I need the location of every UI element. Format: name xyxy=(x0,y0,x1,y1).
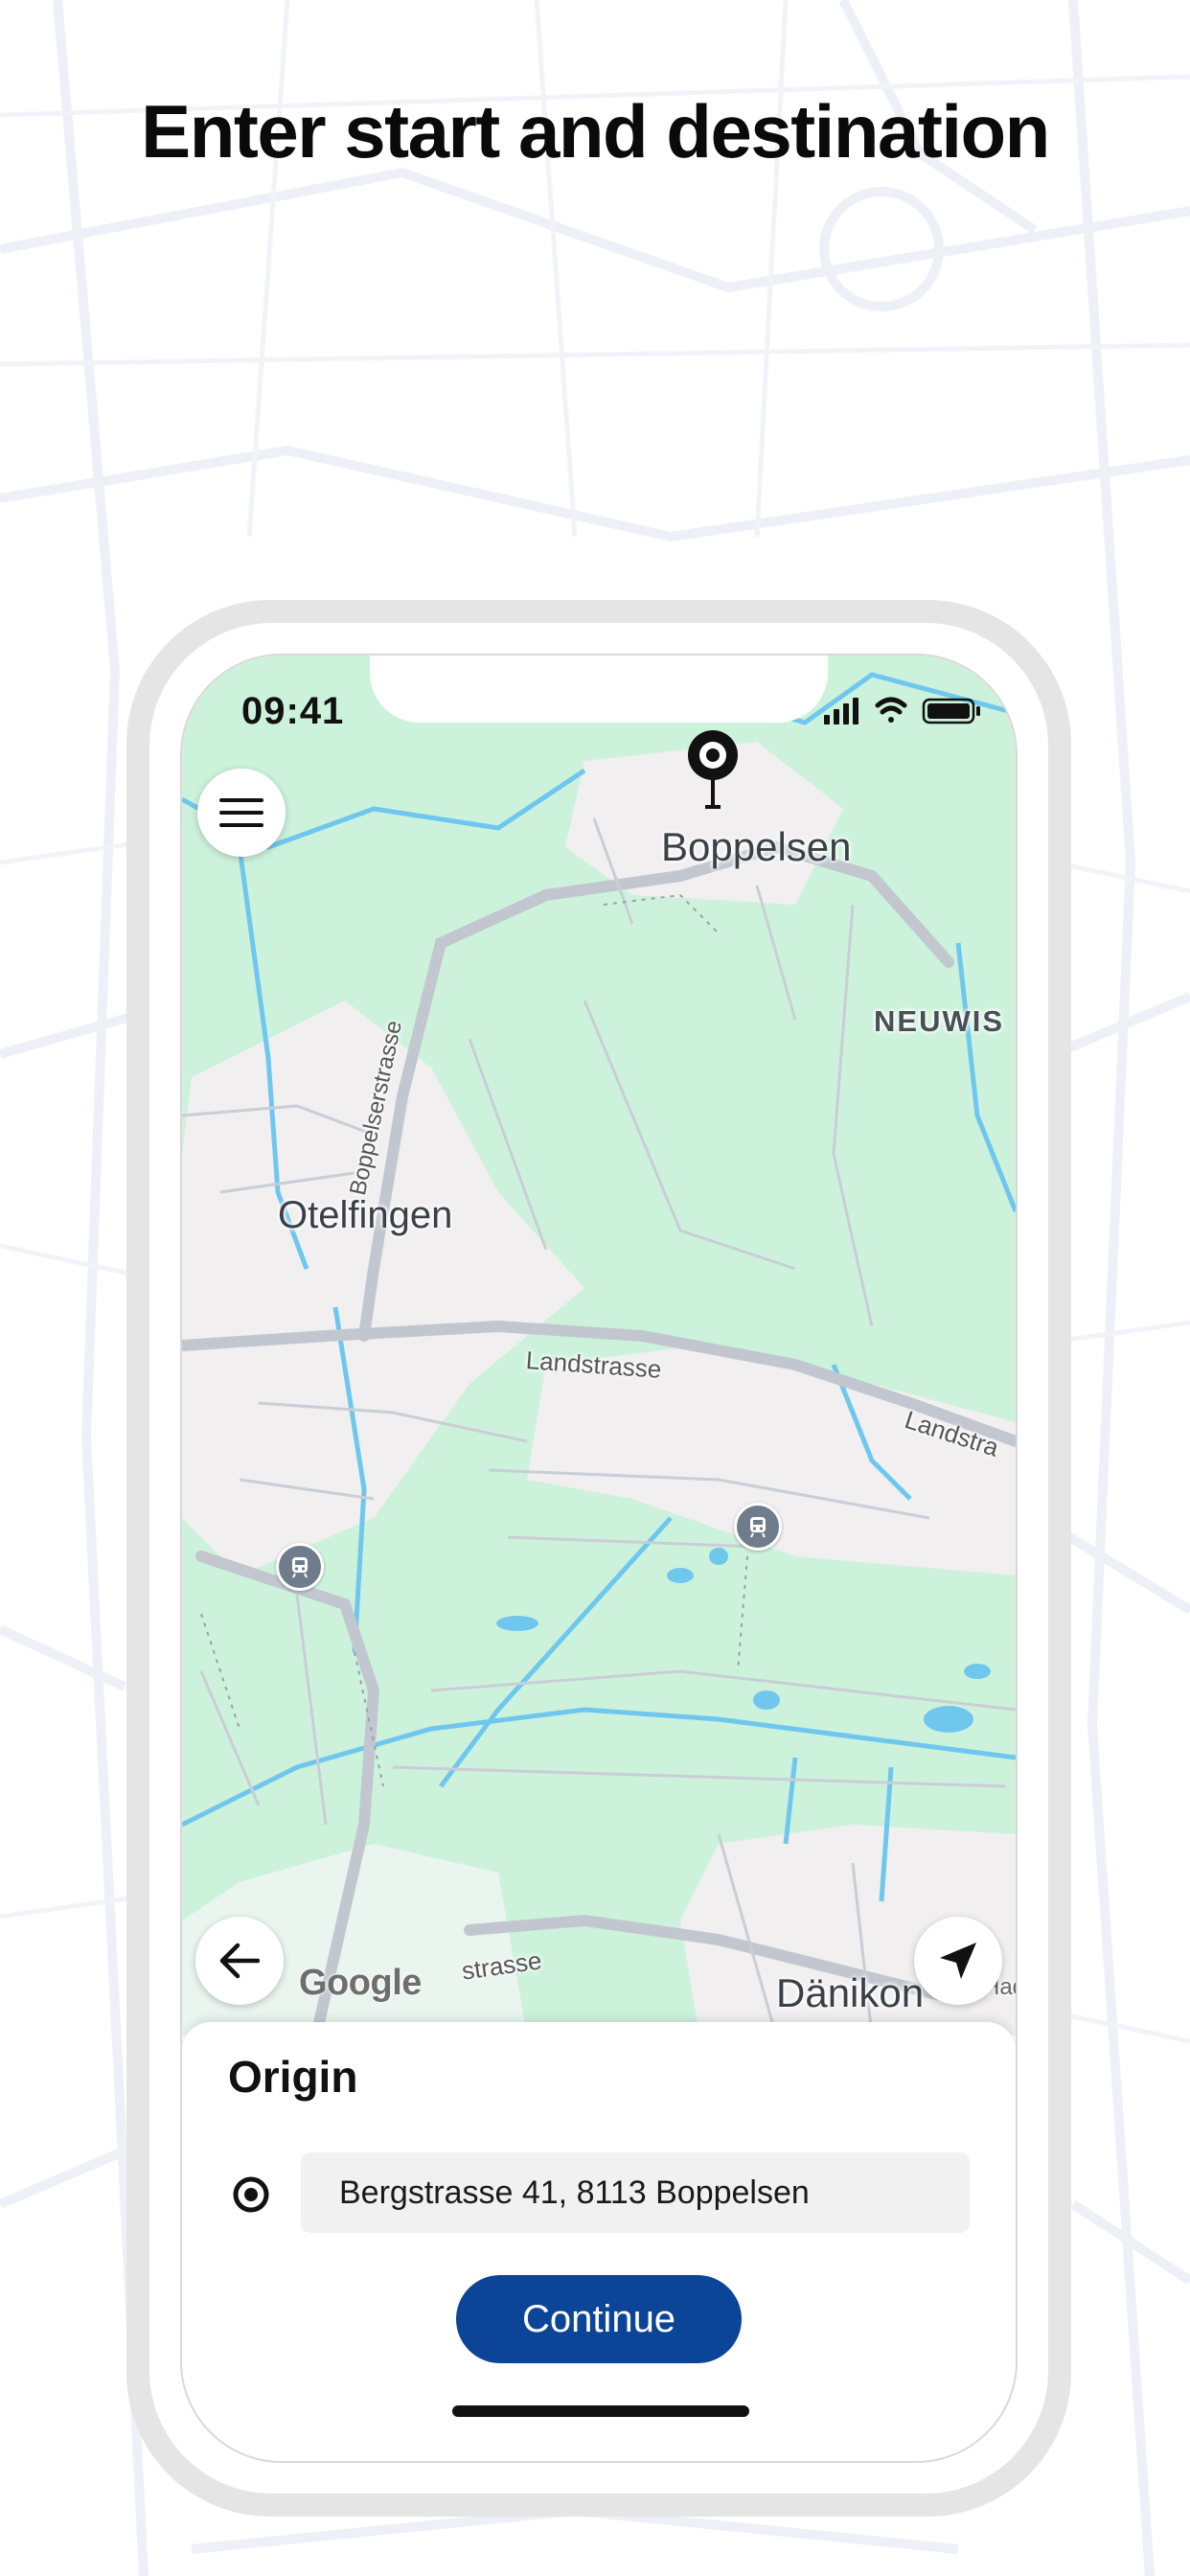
page-headline: Enter start and destination xyxy=(141,89,1050,173)
location-pin-icon xyxy=(688,730,738,809)
train-station-icon[interactable] xyxy=(276,1543,324,1591)
arrow-left-icon xyxy=(219,1943,260,1979)
map-label-otelfingen: Otelfingen xyxy=(278,1194,453,1236)
back-button[interactable] xyxy=(195,1917,284,2005)
origin-sheet: Origin Bergstrasse 41, 8113 Boppelsen Co… xyxy=(182,2022,1016,2461)
map-label-boppelsen: Boppelsen xyxy=(661,824,852,869)
origin-address-field[interactable]: Bergstrasse 41, 8113 Boppelsen xyxy=(301,2152,970,2233)
menu-button[interactable] xyxy=(197,769,286,857)
continue-button[interactable]: Continue xyxy=(456,2275,742,2363)
google-attribution: Google xyxy=(299,1963,422,2003)
origin-target-icon xyxy=(233,2176,269,2213)
status-time: 09:41 xyxy=(241,690,345,732)
wifi-icon xyxy=(875,697,907,723)
map-view[interactable] xyxy=(182,656,1016,2036)
sheet-title: Origin xyxy=(228,2052,358,2102)
home-indicator xyxy=(452,2405,749,2417)
map-label-danikon: Dänikon xyxy=(776,1970,925,2015)
phone-notch xyxy=(370,656,828,723)
navigation-arrow-icon xyxy=(940,1943,976,1979)
hamburger-icon xyxy=(219,798,263,827)
phone-screen: 09:41 Boppelsen NEUWIS Otelfingen Däniko… xyxy=(182,656,1016,2461)
train-station-icon[interactable] xyxy=(734,1503,782,1551)
map-label-neuwis: NEUWIS xyxy=(874,1004,1004,1038)
battery-icon xyxy=(922,698,980,724)
signal-icon xyxy=(824,698,858,724)
status-icons xyxy=(824,697,980,724)
my-location-button[interactable] xyxy=(914,1917,1002,2005)
